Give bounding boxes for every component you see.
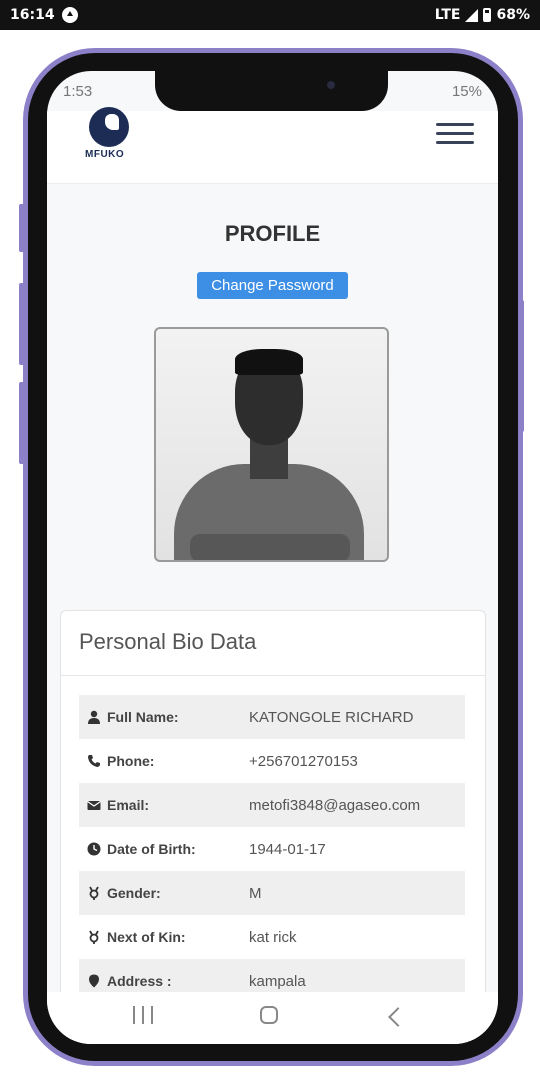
bio-label: Phone: bbox=[107, 753, 155, 769]
map-marker-icon bbox=[89, 974, 99, 988]
gender-icon bbox=[89, 930, 99, 944]
android-nav-bar bbox=[47, 992, 498, 1044]
home-icon[interactable] bbox=[260, 1006, 278, 1024]
notch bbox=[155, 71, 388, 111]
network-label: LTE bbox=[434, 7, 461, 23]
bio-value: +256701270153 bbox=[249, 752, 358, 770]
bio-value: KATONGOLE RICHARD bbox=[249, 708, 414, 726]
inner-status-time: 1:53 bbox=[63, 83, 93, 100]
mfuko-logo[interactable]: MFUKO bbox=[85, 107, 137, 167]
bio-table: Full Name: KATONGOLE RICHARD Phone: +256… bbox=[79, 695, 465, 1003]
volume-button-1 bbox=[19, 204, 25, 252]
bio-label: Date of Birth: bbox=[107, 841, 196, 857]
status-time: 16:14 bbox=[10, 7, 55, 23]
card-header: Personal Bio Data bbox=[61, 611, 485, 676]
card-title: Personal Bio Data bbox=[79, 629, 257, 654]
bio-data-card: Personal Bio Data Full Name: KATONGOLE R… bbox=[60, 610, 486, 1044]
profile-photo bbox=[154, 327, 389, 562]
bio-row-date-of-birth: Date of Birth: 1944-01-17 bbox=[79, 827, 465, 871]
status-bar: 16:14 LTE 68% bbox=[0, 0, 540, 30]
phone-screen: 1:53 15% MFUKO PROFILE Change Password P… bbox=[47, 71, 498, 1044]
bio-label: Gender: bbox=[107, 885, 161, 901]
bio-row-full-name: Full Name: KATONGOLE RICHARD bbox=[79, 695, 465, 739]
bio-row-next-of-kin: Next of Kin: kat rick bbox=[79, 915, 465, 959]
power-button bbox=[518, 300, 524, 432]
bio-value: kampala bbox=[249, 972, 306, 990]
bio-row-phone: Phone: +256701270153 bbox=[79, 739, 465, 783]
battery-level: 68% bbox=[496, 7, 530, 23]
volume-button-2 bbox=[19, 283, 25, 365]
phone-icon bbox=[88, 755, 100, 767]
logo-text: MFUKO bbox=[85, 149, 125, 160]
app-header: MFUKO bbox=[47, 107, 498, 184]
bio-row-email: Email: metofi3848@agaseo.com bbox=[79, 783, 465, 827]
user-icon bbox=[88, 710, 100, 724]
change-password-button[interactable]: Change Password bbox=[197, 272, 348, 299]
clock-icon bbox=[87, 842, 101, 856]
gender-icon bbox=[89, 886, 99, 900]
envelope-icon bbox=[87, 801, 101, 810]
bio-value: 1944-01-17 bbox=[249, 840, 326, 858]
hamburger-menu-icon[interactable] bbox=[436, 123, 474, 149]
status-right: LTE 68% bbox=[435, 7, 530, 23]
bio-value: kat rick bbox=[249, 928, 297, 946]
logo-icon bbox=[89, 107, 129, 147]
bio-value: metofi3848@agaseo.com bbox=[249, 796, 421, 814]
sync-icon bbox=[62, 7, 78, 23]
volume-button-3 bbox=[19, 382, 25, 464]
battery-icon bbox=[483, 8, 492, 22]
recents-icon[interactable] bbox=[133, 1006, 153, 1026]
bio-row-gender: Gender: M bbox=[79, 871, 465, 915]
camera-icon bbox=[327, 81, 335, 89]
bio-label: Full Name: bbox=[107, 709, 179, 725]
bio-label: Address : bbox=[107, 973, 172, 989]
inner-status-battery: 15% bbox=[451, 83, 482, 100]
back-icon[interactable] bbox=[388, 1007, 408, 1027]
bio-label: Email: bbox=[107, 797, 150, 813]
page-title: PROFILE bbox=[224, 221, 321, 246]
bio-label: Next of Kin: bbox=[107, 929, 186, 945]
bio-value: M bbox=[249, 884, 262, 902]
signal-icon bbox=[465, 8, 479, 22]
